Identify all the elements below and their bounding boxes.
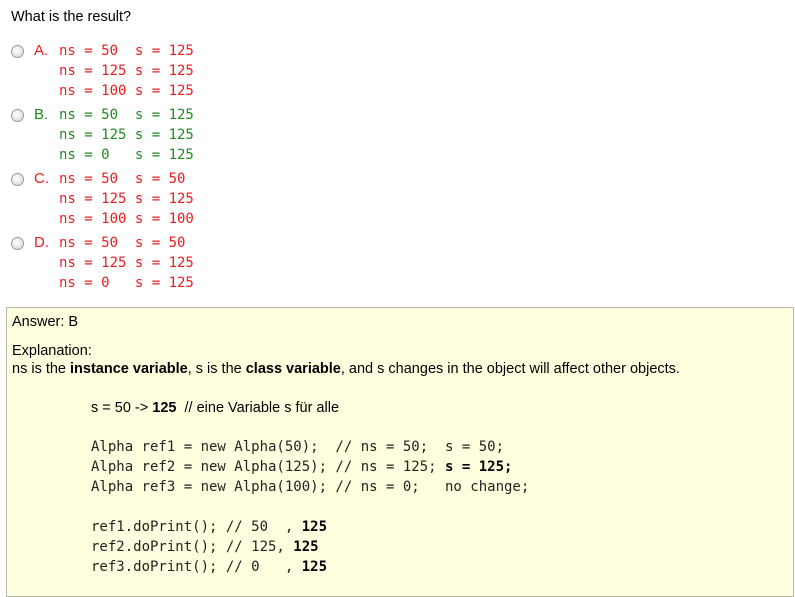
explanation-text: ns is the instance variable, s is the cl… xyxy=(12,361,680,377)
question-text: What is the result? xyxy=(11,9,132,25)
answer-label: Answer: B xyxy=(12,314,79,330)
code-line: Alpha ref1 = new Alpha(50); // ns = 50; … xyxy=(91,439,505,455)
explanation-summary: s = 50 -> 125 // eine Variable s für all… xyxy=(91,400,340,416)
radio-button-d[interactable] xyxy=(11,237,24,250)
option-line: ns = 50 s = 125 xyxy=(59,107,194,123)
code-line: ref3.doPrint(); // 0 , 125 xyxy=(91,559,328,575)
code-line: ref2.doPrint(); // 125, 125 xyxy=(91,539,319,555)
option-line: ns = 50 s = 50 xyxy=(59,235,186,251)
option-line: ns = 125 s = 125 xyxy=(59,191,194,207)
option-letter: C. xyxy=(34,170,49,187)
radio-button-a[interactable] xyxy=(11,45,24,58)
explanation-heading: Explanation: xyxy=(12,343,92,359)
option-a[interactable]: A. ns = 50 s = 125 ns = 125 s = 125 ns =… xyxy=(11,41,194,101)
answer-panel: Answer: B Explanation: ns is the instanc… xyxy=(6,307,794,597)
option-b[interactable]: B. ns = 50 s = 125 ns = 125 s = 125 ns =… xyxy=(11,105,194,165)
code-line: Alpha ref2 = new Alpha(125); // ns = 125… xyxy=(91,459,513,475)
radio-button-b[interactable] xyxy=(11,109,24,122)
option-line: ns = 0 s = 125 xyxy=(59,147,194,163)
code-block-constructors: Alpha ref1 = new Alpha(50); // ns = 50; … xyxy=(91,437,529,497)
option-letter: A. xyxy=(34,42,49,59)
option-line: ns = 125 s = 125 xyxy=(59,127,194,143)
option-d[interactable]: D. ns = 50 s = 50 ns = 125 s = 125 ns = … xyxy=(11,233,194,293)
code-line: Alpha ref3 = new Alpha(100); // ns = 0; … xyxy=(91,479,530,495)
code-line: ref1.doPrint(); // 50 , 125 xyxy=(91,519,328,535)
radio-button-c[interactable] xyxy=(11,173,24,186)
option-line: ns = 50 s = 50 xyxy=(59,171,186,187)
option-line: ns = 125 s = 125 xyxy=(59,63,194,79)
option-line: ns = 0 s = 125 xyxy=(59,275,194,291)
option-line: ns = 50 s = 125 xyxy=(59,43,194,59)
option-letter: B. xyxy=(34,106,49,123)
option-line: ns = 100 s = 100 xyxy=(59,211,194,227)
option-letter: D. xyxy=(34,234,49,251)
option-line: ns = 100 s = 125 xyxy=(59,83,194,99)
code-block-prints: ref1.doPrint(); // 50 , 125 ref2.doPrint… xyxy=(91,517,327,577)
option-line: ns = 125 s = 125 xyxy=(59,255,194,271)
option-c[interactable]: C. ns = 50 s = 50 ns = 125 s = 125 ns = … xyxy=(11,169,194,229)
answer-options: A. ns = 50 s = 125 ns = 125 s = 125 ns =… xyxy=(11,41,194,297)
